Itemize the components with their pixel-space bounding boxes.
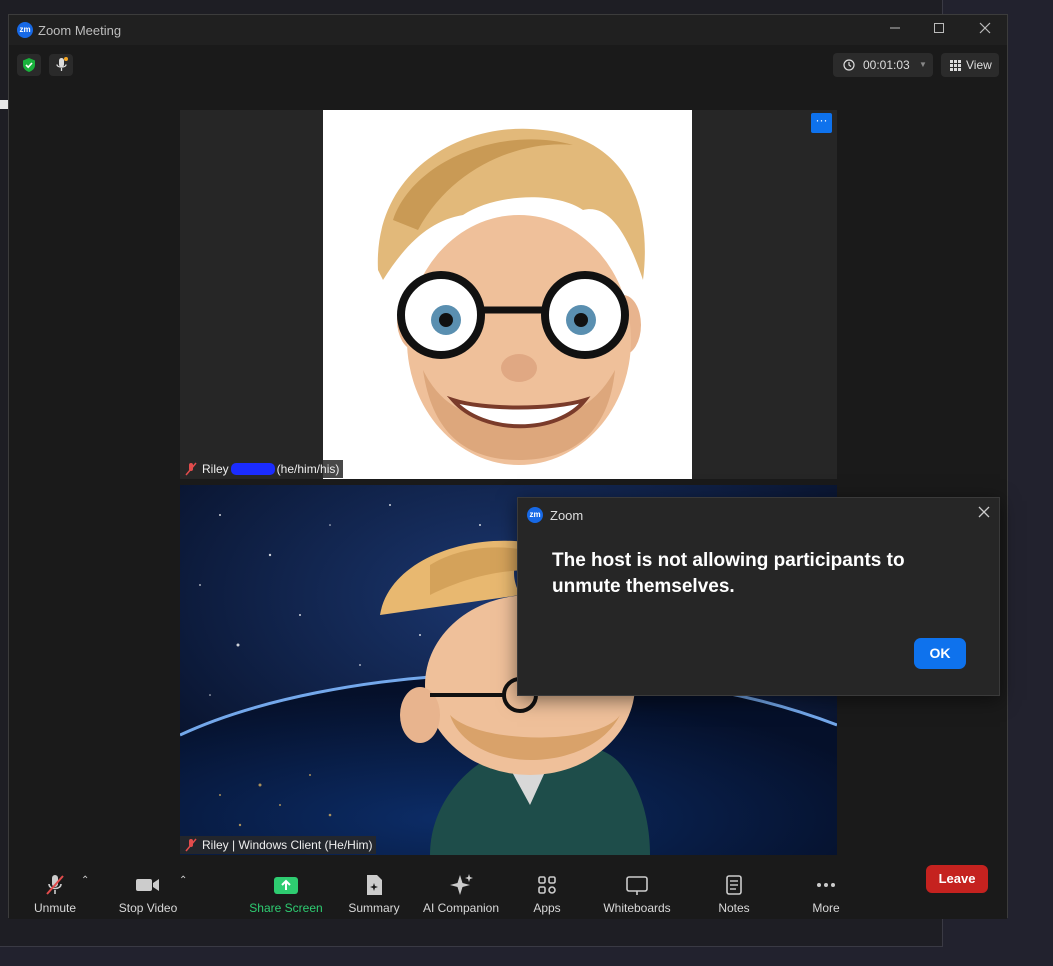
background-window-edge [0, 100, 8, 109]
microphone-icon [56, 57, 68, 71]
close-icon [978, 506, 990, 518]
audio-options-caret[interactable]: ⌃ [81, 875, 89, 886]
share-screen-icon [274, 877, 298, 894]
share-screen-label: Share Screen [249, 901, 323, 915]
leave-button[interactable]: Leave [926, 865, 988, 893]
dialog-close-button[interactable] [974, 504, 994, 524]
dialog-message: The host is not allowing participants to… [552, 550, 905, 597]
more-dots-icon [817, 883, 835, 887]
timer-text: 00:01:03 [863, 58, 910, 72]
more-button[interactable]: More [801, 863, 851, 919]
shield-icon [23, 58, 35, 72]
document-sparkle-icon [367, 875, 382, 895]
muted-microphone-icon [185, 838, 197, 852]
close-icon [979, 22, 991, 34]
video-tile-participant-1[interactable]: ··· Riley (he/him/his) [180, 110, 837, 479]
whiteboard-icon [626, 876, 648, 895]
participant-1-name-label: Riley (he/him/his) [180, 460, 344, 478]
minimize-icon [890, 27, 900, 29]
stop-video-button[interactable]: Stop Video [113, 863, 183, 919]
chevron-down-icon: ▼ [919, 60, 927, 69]
apps-button[interactable]: Apps [525, 863, 569, 919]
ai-companion-label: AI Companion [422, 901, 500, 915]
encryption-shield-button[interactable] [17, 54, 41, 76]
tile-options-button[interactable]: ··· [811, 113, 832, 133]
video-camera-icon [136, 879, 159, 891]
maximize-button[interactable] [923, 19, 955, 41]
whiteboards-label: Whiteboards [603, 901, 671, 915]
view-label: View [966, 58, 992, 72]
more-label: More [812, 901, 840, 915]
meeting-timer[interactable]: 00:01:03 ▼ [833, 53, 933, 77]
notes-button[interactable]: Notes [709, 863, 759, 919]
participant-avatar-image [323, 110, 692, 479]
maximize-icon [934, 23, 944, 33]
audio-status-button[interactable] [49, 54, 73, 76]
share-screen-button[interactable]: Share Screen [247, 863, 325, 919]
close-window-button[interactable] [969, 19, 1001, 41]
video-options-caret[interactable]: ⌃ [179, 875, 187, 886]
muted-microphone-icon [185, 462, 197, 476]
redacted-surname [230, 463, 275, 475]
title-bar: zm Zoom Meeting [9, 15, 1007, 45]
ai-companion-button[interactable]: AI Companion [419, 863, 503, 919]
notes-icon [726, 875, 742, 895]
participant-2-name-label: Riley | Windows Client (He/Him) [180, 836, 377, 854]
minimize-button[interactable] [879, 19, 911, 41]
clock-icon [843, 59, 855, 71]
dialog-title: Zoom [550, 508, 584, 523]
muted-microphone-icon [46, 875, 64, 895]
unmute-blocked-dialog: zm Zoom The host is not allowing partici… [517, 497, 1000, 696]
participant-2-name: Riley | Windows Client (He/Him) [202, 838, 373, 852]
summary-button[interactable]: Summary [343, 863, 405, 919]
participant-1-name: Riley [202, 462, 229, 476]
zoom-meeting-window: zm Zoom Meeting 00:01:03 ▼ View ··· Rile… [8, 14, 1008, 919]
sparkle-icon [450, 874, 473, 895]
zoom-logo-icon: zm [527, 507, 543, 523]
apps-icon [538, 876, 556, 894]
participant-1-pronouns: (he/him/his) [276, 462, 340, 476]
zoom-logo-icon: zm [17, 22, 33, 38]
stop-video-label: Stop Video [118, 901, 178, 915]
ok-button[interactable]: OK [914, 638, 966, 669]
window-title: Zoom Meeting [38, 23, 122, 38]
apps-label: Apps [533, 901, 561, 915]
view-button[interactable]: View [941, 53, 999, 77]
meeting-controls-toolbar: Unmute ⌃ Stop Video ⌃ Share Screen Summa… [9, 863, 1007, 919]
unmute-label: Unmute [33, 901, 77, 915]
grid-icon [950, 60, 961, 71]
notes-label: Notes [718, 901, 750, 915]
memoji-avatar-icon [377, 128, 645, 465]
unmute-button[interactable]: Unmute [25, 863, 85, 919]
whiteboards-button[interactable]: Whiteboards [597, 863, 677, 919]
summary-label: Summary [348, 901, 400, 915]
